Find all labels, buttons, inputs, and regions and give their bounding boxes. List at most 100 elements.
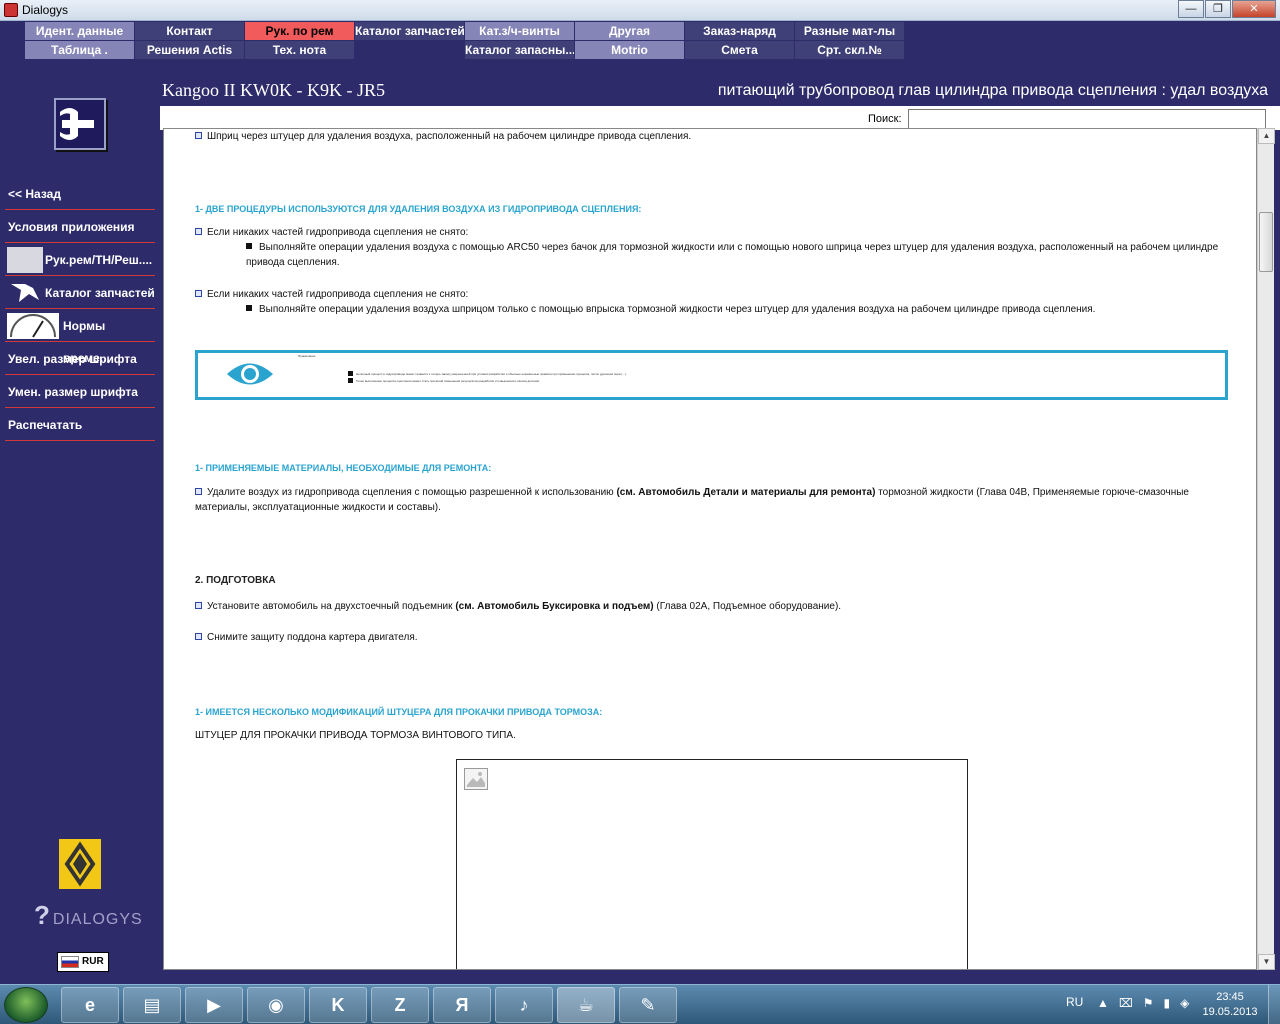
section-heading-preparation: 2. ПОДГОТОВКА <box>195 575 276 586</box>
menu-estimate[interactable]: Смета <box>685 41 794 59</box>
note-line-1: Неполный процесс в гидроприводе может пр… <box>356 372 627 376</box>
document-title: питающий трубопровод глав цилиндра приво… <box>717 82 1268 99</box>
window-controls: — ❐ ✕ <box>1177 0 1276 18</box>
square-bullet-icon <box>246 305 252 311</box>
currency-button[interactable]: RUR <box>57 952 109 972</box>
title-bar: Dialogys — ❐ ✕ <box>0 0 1280 21</box>
scroll-thumb[interactable] <box>1259 212 1273 272</box>
window-title: Dialogys <box>22 3 69 17</box>
maximize-button[interactable]: ❐ <box>1205 0 1231 18</box>
application-conditions-link[interactable]: Условия приложения <box>5 211 155 243</box>
wrench-logo-icon <box>54 98 106 150</box>
gauge-thumbnail-icon <box>7 313 59 339</box>
prep-line-2: Снимите защиту поддона картера двигателя… <box>195 630 418 645</box>
bullet-icon <box>195 602 202 609</box>
materials-paragraph: Удалите воздух из гидропривода сцепления… <box>195 487 1189 513</box>
clock-time: 23:45 <box>1216 991 1244 1003</box>
content-line-syringe: Шприц через штуцер для удаления воздуха,… <box>195 129 691 144</box>
menu-work-order[interactable]: Заказ-наряд <box>685 22 794 40</box>
explorer-icon[interactable]: ▤ <box>123 987 181 1023</box>
menu-actis-solutions[interactable]: Решения Actis <box>135 41 244 59</box>
note-line-2: Точно выполнение процесса сцепления може… <box>356 379 540 383</box>
java-app-icon <box>4 3 18 17</box>
square-bullet-icon <box>348 378 353 383</box>
menu-motrio[interactable]: Motrio <box>575 41 684 59</box>
menu-screws-catalog[interactable]: Кат.з/ч-винты <box>465 22 574 40</box>
bullet-icon <box>195 290 202 297</box>
menu-table[interactable]: Таблица . <box>25 41 134 59</box>
yandex-icon[interactable]: Я <box>433 987 491 1023</box>
fitting-caption: ШТУЦЕР ДЛЯ ПРОКАЧКИ ПРИВОДА ТОРМОЗА ВИНТ… <box>195 730 516 741</box>
parts-catalog-link-label: Каталог запчастей <box>45 286 155 300</box>
paint-icon[interactable]: ✎ <box>619 987 677 1023</box>
parts-catalog-link[interactable]: Каталог запчастей <box>5 277 155 309</box>
menu-parts-catalog[interactable]: Каталог запчастей <box>355 22 464 40</box>
menu-empty-cell <box>355 41 464 59</box>
menu-tech-note[interactable]: Тех. нота <box>245 41 354 59</box>
menu-repair-manual[interactable]: Рук. по рем <box>245 22 354 40</box>
menu-misc-materials[interactable]: Разные мат-лы <box>795 22 904 40</box>
renault-logo-icon <box>59 839 101 889</box>
top-menu-row-2: Таблица . Решения Actis Тех. нота Катало… <box>25 41 905 59</box>
back-link[interactable]: << Назад <box>5 178 155 210</box>
menu-spare-catalog[interactable]: Каталог запасны... <box>465 41 574 59</box>
sidebar: << Назад Условия приложения Рук.рем/ТН/Р… <box>0 62 160 974</box>
square-bullet-icon <box>246 243 252 249</box>
ie-icon[interactable]: e <box>61 987 119 1023</box>
currency-label: RUR <box>82 956 104 967</box>
kaspersky-icon[interactable]: K <box>309 987 367 1023</box>
labour-times-link[interactable]: Нормы време... <box>5 310 155 365</box>
section-heading-materials: 1- ПРИМЕНЯЕМЫЕ МАТЕРИАЛЫ, НЕОБХОДИМЫЕ ДЛ… <box>195 463 492 473</box>
bullet-icon <box>195 228 202 235</box>
note-box: Примечание Неполный процесс в гидроприво… <box>195 350 1228 400</box>
repair-manual-thumbnail-icon <box>7 247 43 273</box>
bullet-icon <box>195 132 202 139</box>
menu-warehouse-no[interactable]: Срт. скл.№ <box>795 41 904 59</box>
media-player-icon[interactable]: ▶ <box>185 987 243 1023</box>
taskbar: e ▤ ▶ ◉ K Z Я ♪ ☕ ✎ RU ▲⌧⚑▮◈ 23:45 19.05.… <box>0 984 1280 1024</box>
search-input[interactable] <box>908 109 1266 129</box>
broken-image-icon <box>464 768 488 790</box>
zello-icon[interactable]: Z <box>371 987 429 1023</box>
russia-flag-icon <box>61 956 79 968</box>
clock-date: 19.05.2013 <box>1202 1006 1258 1018</box>
scroll-up-icon[interactable]: ▲ <box>1258 128 1275 144</box>
close-button[interactable]: ✕ <box>1232 0 1276 18</box>
scroll-down-icon[interactable]: ▼ <box>1258 954 1275 970</box>
repair-manual-link[interactable]: Рук.рем/ТН/Реш.... <box>5 244 155 276</box>
section-heading-fittings: 1- ИМЕЕТСЯ НЕСКОЛЬКО МОДИФИКАЦИЙ ШТУЦЕРА… <box>195 707 603 717</box>
prep-line-1: Установите автомобиль на двухстоечный по… <box>195 599 841 614</box>
menu-contact[interactable]: Контакт <box>135 22 244 40</box>
case2-sub-line: Выполняйте операции удаления воздуха шпр… <box>246 302 1226 317</box>
menu-ident-data[interactable]: Идент. данные <box>25 22 134 40</box>
increase-font-link[interactable]: Увел. размер шрифта <box>5 343 155 375</box>
section-heading-procedures: 1- ДВЕ ПРОЦЕДУРЫ ИСПОЛЬЗУЮТСЯ ДЛЯ УДАЛЕН… <box>195 204 642 214</box>
lifting-reference-link[interactable]: (см. Автомобиль Буксировка и подъем) <box>455 601 653 612</box>
repair-manual-link-label: Рук.рем/ТН/Реш.... <box>45 253 153 267</box>
case1-sub-line: Выполняйте операции удаления воздуха с п… <box>246 242 1219 268</box>
start-button[interactable] <box>4 987 48 1023</box>
show-desktop-button[interactable] <box>1268 985 1280 1024</box>
audio-icon[interactable]: ♪ <box>495 987 553 1023</box>
java-icon[interactable]: ☕ <box>557 987 615 1023</box>
figure-frame <box>456 759 968 969</box>
document-content: Шприц через штуцер для удаления воздуха,… <box>163 128 1257 970</box>
menu-other[interactable]: Другая <box>575 22 684 40</box>
parts-catalog-thumbnail-icon <box>7 280 43 306</box>
decrease-font-link[interactable]: Умен. размер шрифта <box>5 376 155 408</box>
case2-line: Если никаких частей гидропривода сцеплен… <box>195 287 468 302</box>
print-link[interactable]: Распечатать <box>5 409 155 441</box>
minimize-button[interactable]: — <box>1178 0 1204 18</box>
dialogys-question-icon: ? <box>34 900 51 930</box>
materials-reference-link[interactable]: (см. Автомобиль Детали и материалы для р… <box>616 487 875 498</box>
input-language[interactable]: RU <box>1066 995 1083 1009</box>
dialogys-logo-text: DIALOGYS <box>52 911 143 928</box>
dialogys-logo: ? DIALOGYS <box>34 900 143 931</box>
top-menu-row-1: Идент. данные Контакт Рук. по рем Катало… <box>25 22 905 40</box>
chrome-icon[interactable]: ◉ <box>247 987 305 1023</box>
vehicle-title: Kangoo II KW0K - K9K - JR5 <box>162 80 385 100</box>
clock[interactable]: 23:45 19.05.2013 <box>1195 990 1265 1020</box>
system-tray-icons[interactable]: ▲⌧⚑▮◈ <box>1097 996 1199 1010</box>
content-scrollbar[interactable]: ▲ ▼ <box>1257 128 1275 970</box>
bullet-icon <box>195 488 202 495</box>
